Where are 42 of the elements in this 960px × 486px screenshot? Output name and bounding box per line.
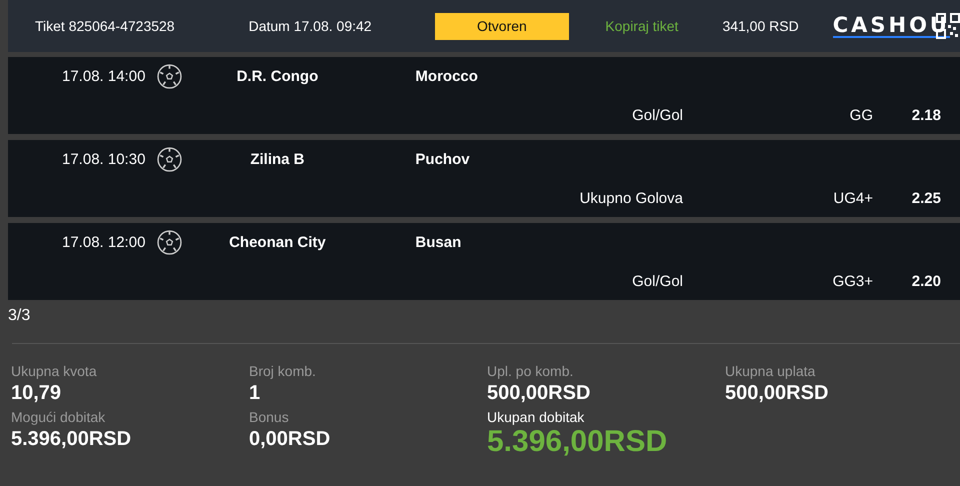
away-team: Puchov — [415, 151, 470, 168]
home-team: Zilina B — [249, 151, 306, 168]
summary-value: 500,00RSD — [725, 381, 828, 406]
bet-market: Ukupno Golova — [580, 190, 683, 206]
logo: CASHOU — [832, 14, 950, 38]
summary-label: Ukupna uplata — [725, 362, 816, 380]
match-time: 17.08. 12:00 — [62, 234, 146, 251]
summary-value: 10,79 — [11, 381, 62, 406]
bet-odd: 2.25 — [910, 190, 941, 206]
soccer-ball-icon — [157, 64, 182, 89]
status-label: Otvoren — [434, 12, 570, 40]
summary-value: 0,00RSD — [249, 427, 330, 452]
summary-label: Ukupna kvota — [11, 362, 97, 380]
soccer-ball-icon — [157, 230, 182, 255]
summary-value: 1 — [249, 381, 260, 406]
copy-ticket-link[interactable]: Kopiraj tiket — [605, 18, 678, 34]
bet-pick: UG4+ — [832, 190, 873, 206]
summary-value: 5.396,00RSD — [487, 426, 668, 458]
summary-label: Bonus — [249, 408, 289, 426]
home-team: D.R. Congo — [236, 68, 320, 85]
match-time: 17.08. 10:30 — [62, 151, 146, 168]
bet-market: Gol/Gol — [632, 272, 683, 290]
home-team: Cheonan City — [228, 234, 327, 251]
summary-label: Upl. po komb. — [487, 362, 574, 380]
ticket-date: Datum 17.08. 09:42 — [248, 18, 372, 34]
bet-market: Gol/Gol — [632, 106, 683, 124]
summary-value: 500,00RSD — [487, 381, 590, 406]
summary-label: Ukupan dobitak — [487, 408, 584, 426]
match-count: 3/3 — [8, 307, 30, 325]
bet-odd: 2.20 — [910, 272, 941, 290]
away-team: Busan — [415, 234, 462, 251]
bet-pick: GG — [848, 106, 873, 124]
summary-label: Broj komb. — [249, 362, 316, 380]
soccer-ball-icon — [157, 147, 182, 172]
summary-label: Mogući dobitak — [11, 408, 106, 426]
away-team: Morocco — [415, 68, 478, 85]
bet-pick: GG3+ — [832, 272, 873, 290]
summary-value: 5.396,00RSD — [11, 427, 132, 452]
ticket-id: Tiket 825064-4723528 — [35, 18, 175, 34]
bet-odd: 2.18 — [910, 106, 941, 124]
ticket-amount: 341,00 RSD — [722, 18, 799, 34]
match-time: 17.08. 14:00 — [62, 68, 146, 85]
